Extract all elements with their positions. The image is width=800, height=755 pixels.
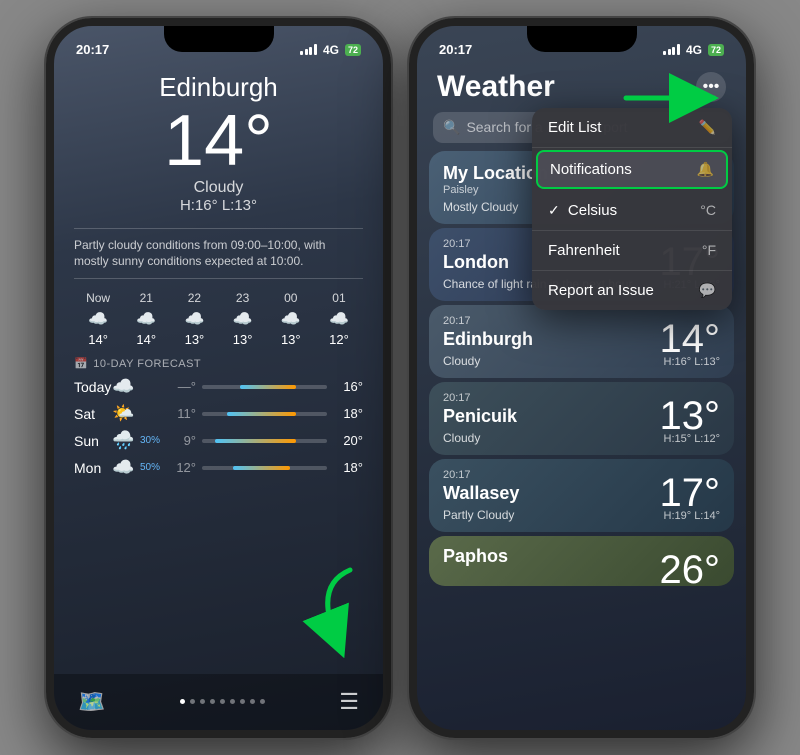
- time-right: 20:17: [439, 42, 472, 57]
- list-title: Weather: [437, 70, 555, 104]
- network-right: 4G: [686, 43, 702, 57]
- bottom-toolbar: 🗺️ ☰: [54, 674, 383, 730]
- hour-22: 22 ☁️ 13°: [170, 291, 218, 347]
- time-left: 20:17: [76, 42, 109, 57]
- list-icon[interactable]: ☰: [339, 689, 359, 715]
- notch-right: [527, 26, 637, 52]
- green-arrow-right: [626, 78, 726, 123]
- status-right-left: 4G 72: [300, 43, 361, 57]
- hour-01: 01 ☁️ 12°: [315, 291, 363, 347]
- calendar-icon: 📅: [74, 357, 88, 370]
- celsius-icon: °C: [700, 202, 716, 218]
- menu-celsius[interactable]: ✓ Celsius °C: [532, 191, 732, 231]
- hour-23: 23 ☁️ 13°: [219, 291, 267, 347]
- bell-icon: 🔔: [697, 161, 714, 178]
- network-left: 4G: [323, 43, 339, 57]
- battery-right: 72: [708, 44, 724, 56]
- hi-lo: H:16° L:13°: [74, 197, 363, 214]
- ten-day-header: 📅 10-DAY FORECAST: [74, 357, 363, 370]
- menu-notifications[interactable]: Notifications 🔔: [536, 150, 728, 189]
- hour-21: 21 ☁️ 14°: [122, 291, 170, 347]
- hour-00: 00 ☁️ 13°: [267, 291, 315, 347]
- card-edinburgh[interactable]: 20:17 Edinburgh Cloudy 14° H:16° L:13°: [429, 305, 734, 378]
- hourly-row: Now ☁️ 14° 21 ☁️ 14° 22 ☁️ 13° 23 ☁️ 13°…: [74, 291, 363, 347]
- weather-list: Weather ••• 🔍 Search for a city or airpo…: [417, 64, 746, 730]
- card-penicuik[interactable]: 20:17 Penicuik Cloudy 13° H:15° L:12°: [429, 382, 734, 455]
- hour-now: Now ☁️ 14°: [74, 291, 122, 347]
- map-icon[interactable]: 🗺️: [78, 689, 105, 715]
- forecast-sun: Sun 🌧️ 30% 9° 20°: [74, 430, 363, 451]
- notifications-label: Notifications: [550, 161, 632, 178]
- left-phone: 20:17 4G 72 Edinburgh 14° Cloudy H:16° L…: [46, 18, 391, 738]
- forecast-sat: Sat 🌤️ 11° 18°: [74, 403, 363, 424]
- forecast-mon: Mon ☁️ 50% 12° 18°: [74, 457, 363, 478]
- signal-icon-right: [663, 44, 680, 55]
- menu-fahrenheit[interactable]: Fahrenheit °F: [532, 231, 732, 271]
- status-right-right: 4G 72: [663, 43, 724, 57]
- fahrenheit-icon: °F: [702, 242, 716, 258]
- card-paphos[interactable]: Paphos 26°: [429, 536, 734, 586]
- city-name: Edinburgh: [74, 72, 363, 103]
- card-wallasey[interactable]: 20:17 Wallasey Partly Cloudy 17° H:19° L…: [429, 459, 734, 532]
- forecast-today: Today ☁️ —° 16°: [74, 376, 363, 397]
- notch: [164, 26, 274, 52]
- menu-report-issue[interactable]: Report an Issue 💬: [532, 271, 732, 310]
- main-condition: Cloudy: [74, 179, 363, 197]
- forecast-text: Partly cloudy conditions from 09:00–10:0…: [74, 228, 363, 280]
- report-icon: 💬: [699, 282, 716, 299]
- right-phone: 20:17 4G 72 Weather ••• 🔍 Search for a c…: [409, 18, 754, 738]
- main-temp: 14°: [74, 105, 363, 177]
- green-arrow-down: [305, 565, 365, 650]
- battery-left: 72: [345, 44, 361, 56]
- dropdown-menu: Edit List ✏️ Notifications 🔔 ✓ Celsius °…: [532, 108, 732, 310]
- page-dots: [180, 699, 265, 704]
- search-icon: 🔍: [443, 119, 460, 136]
- signal-icon: [300, 44, 317, 55]
